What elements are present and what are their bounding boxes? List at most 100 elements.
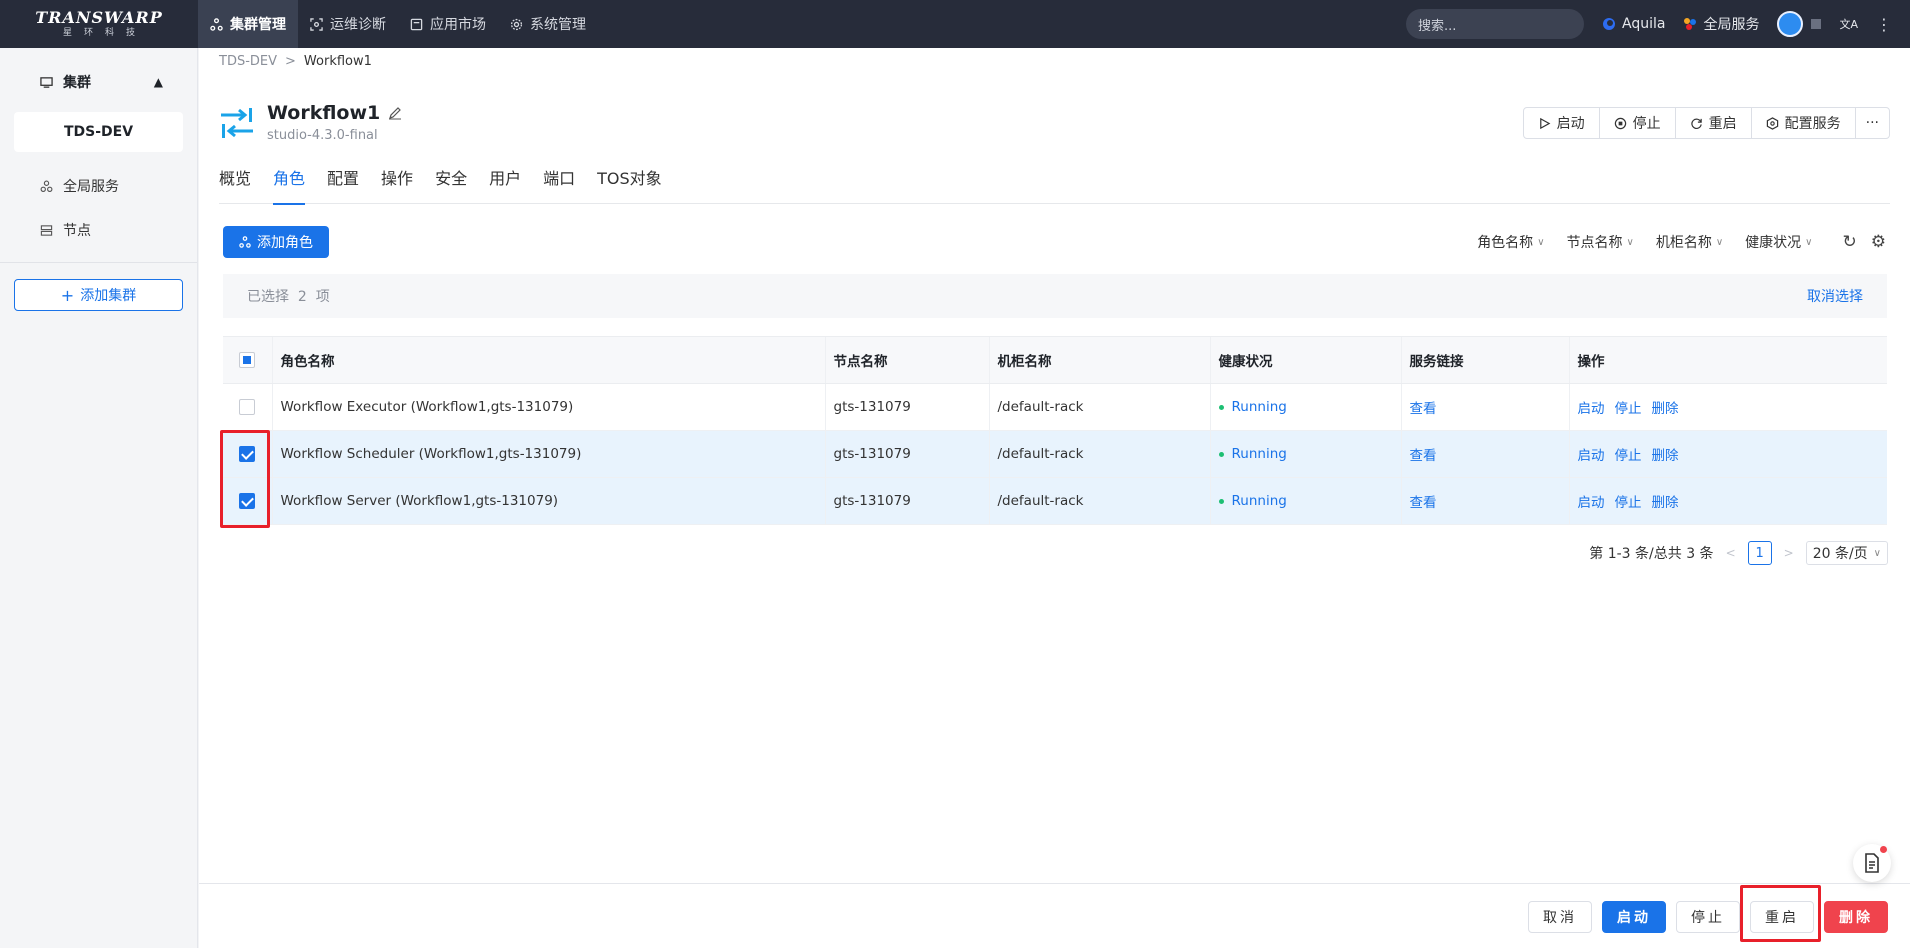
clear-selection-link[interactable]: 取消选择 <box>1807 286 1863 306</box>
settings-icon[interactable]: ⚙ <box>1871 232 1886 252</box>
cluster-icon <box>210 17 223 31</box>
chevron-down-icon: ∨ <box>1805 236 1813 248</box>
batch-stop-button[interactable]: 停止 <box>1676 901 1740 933</box>
nav-ops-diagnosis[interactable]: 运维诊断 <box>298 0 398 48</box>
add-role-button[interactable]: 添加角色 <box>223 226 329 258</box>
main-content: TDS-DEV > Workflow1 Workflow1 studio-4.3… <box>199 48 1910 948</box>
filter-node-name[interactable]: 节点名称 ∨ <box>1567 232 1634 252</box>
sidebar-group-cluster[interactable]: 集群 ▲ <box>0 62 197 102</box>
selection-bar: 已选择 2 项 取消选择 <box>223 274 1887 318</box>
batch-start-button[interactable]: 启动 <box>1602 901 1666 933</box>
row-stop-link[interactable]: 停止 <box>1615 444 1642 464</box>
nav-app-market[interactable]: 应用市场 <box>398 0 498 48</box>
nav-label: 应用市场 <box>430 17 486 33</box>
service-link-cell: 查看 <box>1400 477 1569 525</box>
restart-service-button[interactable]: 重启 <box>1676 108 1752 138</box>
breadcrumb-current: Workflow1 <box>303 54 372 69</box>
more-vert-icon[interactable]: ⋮ <box>1876 15 1892 34</box>
aquila-link[interactable]: Aquila <box>1602 16 1665 32</box>
batch-delete-button[interactable]: 删除 <box>1824 901 1888 933</box>
global-service-link[interactable]: 全局服务 <box>1683 14 1759 34</box>
row-stop-link[interactable]: 停止 <box>1615 397 1642 417</box>
row-stop-link[interactable]: 停止 <box>1615 491 1642 511</box>
row-checkbox[interactable] <box>239 493 256 509</box>
row-start-link[interactable]: 启动 <box>1578 444 1605 464</box>
tab-ports[interactable]: 端口 <box>543 166 575 204</box>
roles-table: 角色名称 节点名称 机柜名称 健康状况 服务链接 操作 Workflow Exe… <box>223 336 1887 525</box>
filter-role-name[interactable]: 角色名称 ∨ <box>1477 232 1544 252</box>
nav-label: 集群管理 <box>230 17 286 33</box>
edit-icon[interactable] <box>388 106 402 120</box>
batch-restart-button[interactable]: 重启 <box>1750 901 1814 933</box>
column-header-rack-name: 机柜名称 <box>988 336 1210 384</box>
logo-brand: TRANSWARP <box>35 8 163 27</box>
row-start-link[interactable]: 启动 <box>1578 491 1605 511</box>
status-text: Running <box>1231 493 1287 509</box>
breadcrumb: TDS-DEV > Workflow1 <box>219 54 372 69</box>
more-actions-button[interactable]: ··· <box>1856 108 1889 138</box>
add-cluster-button[interactable]: + 添加集群 <box>14 279 183 311</box>
tab-security[interactable]: 安全 <box>435 166 467 204</box>
row-delete-link[interactable]: 删除 <box>1652 397 1679 417</box>
row-checkbox[interactable] <box>239 446 256 462</box>
row-delete-link[interactable]: 删除 <box>1652 444 1679 464</box>
logo[interactable]: TRANSWARP 星环科技 <box>0 0 198 48</box>
selection-count: 已选择 2 项 <box>247 289 330 305</box>
breadcrumb-root[interactable]: TDS-DEV <box>219 54 277 69</box>
nav-cluster-management[interactable]: 集群管理 <box>198 0 298 48</box>
operations-cell: 启动 停止 删除 <box>1568 383 1887 431</box>
configure-service-button[interactable]: 配置服务 <box>1752 108 1856 138</box>
sidebar-item-nodes[interactable]: 节点 <box>0 210 197 250</box>
chevron-down-icon: ∨ <box>1873 547 1881 559</box>
filter-group: 角色名称 ∨ 节点名称 ∨ 机柜名称 ∨ 健康状况 ∨ <box>1477 232 1812 252</box>
search-input[interactable]: 搜索... <box>1406 9 1585 39</box>
tab-overview[interactable]: 概览 <box>219 166 251 204</box>
filter-health-status[interactable]: 健康状况 ∨ <box>1745 232 1812 252</box>
filter-label: 健康状况 <box>1745 235 1802 251</box>
restart-icon <box>1690 118 1702 129</box>
nav-system-management[interactable]: 系统管理 <box>498 0 598 48</box>
top-right-area: 搜索... Aquila 全局服务 文A ⋮ <box>1406 0 1910 48</box>
node-name-cell: gts-131079 <box>824 477 989 525</box>
view-link[interactable]: 查看 <box>1410 448 1437 464</box>
select-all-checkbox[interactable] <box>239 352 256 368</box>
filter-rack-name[interactable]: 机柜名称 ∨ <box>1656 232 1723 252</box>
column-header-health: 健康状况 <box>1209 336 1401 384</box>
row-delete-link[interactable]: 删除 <box>1652 491 1679 511</box>
sidebar-item-tds-dev[interactable]: TDS-DEV <box>14 112 183 152</box>
aquila-label: Aquila <box>1622 16 1666 32</box>
global-service-icon <box>1684 18 1697 30</box>
language-icon[interactable]: 文A <box>1839 16 1858 32</box>
page-size-select[interactable]: 20 条/页 ∨ <box>1805 541 1888 565</box>
view-link[interactable]: 查看 <box>1410 495 1437 511</box>
cancel-button[interactable]: 取消 <box>1528 901 1592 933</box>
view-link[interactable]: 查看 <box>1410 401 1437 417</box>
table-tools: ↻ ⚙ <box>1843 232 1887 252</box>
stop-label: 停止 <box>1632 116 1661 132</box>
page-size-value: 20 条/页 <box>1812 546 1868 562</box>
running-dot-icon <box>1218 404 1224 410</box>
stop-service-button[interactable]: 停止 <box>1600 108 1676 138</box>
tab-tos-objects[interactable]: TOS对象 <box>597 166 662 204</box>
sidebar-item-global-service[interactable]: 全局服务 <box>0 166 197 206</box>
add-role-label: 添加角色 <box>257 235 313 251</box>
chevron-left-icon[interactable]: < <box>1726 546 1736 560</box>
role-name-cell: Workflow Scheduler (Workflow1,gts-131079… <box>271 430 825 478</box>
pagination: 第 1-3 条/总共 3 条 < 1 > 20 条/页 ∨ <box>1589 541 1888 565</box>
start-service-button[interactable]: 启动 <box>1524 108 1600 138</box>
rack-name-cell: /default-rack <box>988 430 1210 478</box>
nav-label: 系统管理 <box>530 17 586 33</box>
tab-operations[interactable]: 操作 <box>381 166 413 204</box>
row-checkbox[interactable] <box>239 399 256 415</box>
tab-roles[interactable]: 角色 <box>273 166 306 205</box>
document-fab[interactable] <box>1853 844 1891 882</box>
user-status-icon <box>1811 19 1822 29</box>
refresh-icon[interactable]: ↻ <box>1843 232 1857 252</box>
notification-dot <box>1880 846 1887 853</box>
row-start-link[interactable]: 启动 <box>1578 397 1605 417</box>
tab-users[interactable]: 用户 <box>489 166 521 204</box>
avatar[interactable] <box>1777 11 1804 37</box>
chevron-right-icon[interactable]: > <box>1784 546 1794 560</box>
page-number[interactable]: 1 <box>1747 541 1772 565</box>
tab-config[interactable]: 配置 <box>327 166 359 204</box>
